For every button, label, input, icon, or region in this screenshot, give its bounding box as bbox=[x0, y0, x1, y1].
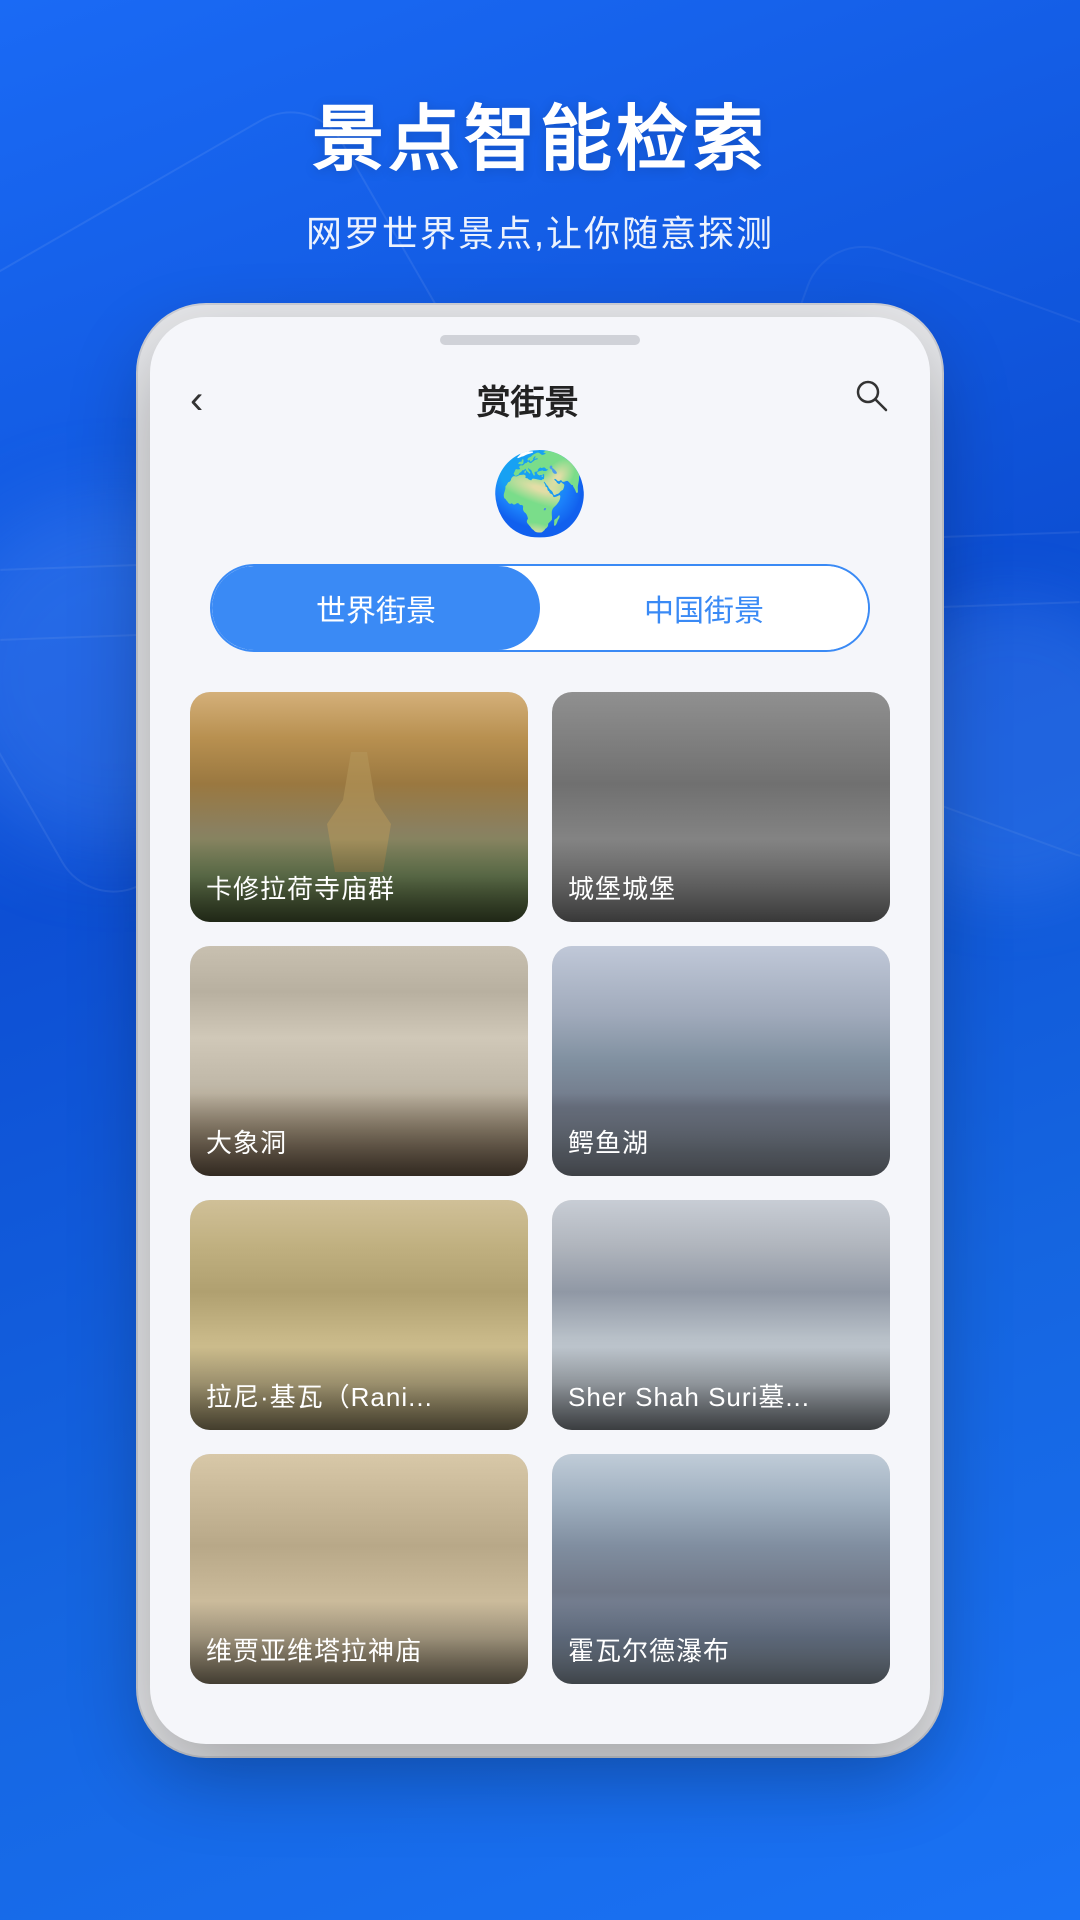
attractions-grid: 卡修拉荷寺庙群城堡城堡大象洞鳄鱼湖拉尼·基瓦（Rani... Sher Shah … bbox=[150, 692, 930, 1684]
card-label-1: 卡修拉荷寺庙群 bbox=[190, 839, 528, 922]
search-icon[interactable] bbox=[852, 376, 890, 424]
card-3[interactable]: 大象洞 bbox=[190, 946, 528, 1176]
main-title: 景点智能检索 bbox=[0, 80, 1080, 185]
globe-icon: 🌍 bbox=[490, 449, 590, 538]
tab-world[interactable]: 世界街景 bbox=[212, 566, 540, 650]
card-label-2: 城堡城堡 bbox=[552, 839, 890, 922]
globe-area: 🌍 bbox=[150, 444, 930, 564]
card-8[interactable]: 霍瓦尔德瀑布 bbox=[552, 1454, 890, 1684]
card-label-3: 大象洞 bbox=[190, 1093, 528, 1176]
nav-bar: ‹ 赏街景 bbox=[150, 345, 930, 444]
sub-title: 网罗世界景点,让你随意探测 bbox=[0, 205, 1080, 257]
card-4[interactable]: 鳄鱼湖 bbox=[552, 946, 890, 1176]
nav-title: 赏街景 bbox=[477, 375, 579, 424]
card-label-4: 鳄鱼湖 bbox=[552, 1093, 890, 1176]
card-2[interactable]: 城堡城堡 bbox=[552, 692, 890, 922]
header-area: 景点智能检索 网罗世界景点,让你随意探测 bbox=[0, 0, 1080, 257]
card-6[interactable]: Sher Shah Suri墓... bbox=[552, 1200, 890, 1430]
tab-switcher: 世界街景 中国街景 bbox=[210, 564, 870, 652]
card-label-6: Sher Shah Suri墓... bbox=[552, 1347, 890, 1430]
card-label-8: 霍瓦尔德瀑布 bbox=[552, 1601, 890, 1684]
card-label-7: 维贾亚维塔拉神庙 bbox=[190, 1601, 528, 1684]
card-1[interactable]: 卡修拉荷寺庙群 bbox=[190, 692, 528, 922]
phone-mockup: ‹ 赏街景 🌍 世界街景 中国街景 卡修拉荷寺庙群城堡城堡大象洞鳄鱼湖拉尼·基瓦… bbox=[150, 317, 930, 1744]
card-label-5: 拉尼·基瓦（Rani... bbox=[190, 1347, 528, 1430]
phone-content: ‹ 赏街景 🌍 世界街景 中国街景 卡修拉荷寺庙群城堡城堡大象洞鳄鱼湖拉尼·基瓦… bbox=[150, 345, 930, 1704]
back-button[interactable]: ‹ bbox=[190, 380, 203, 420]
card-7[interactable]: 维贾亚维塔拉神庙 bbox=[190, 1454, 528, 1684]
phone-notch bbox=[440, 335, 640, 345]
tab-china[interactable]: 中国街景 bbox=[540, 566, 868, 650]
card-5[interactable]: 拉尼·基瓦（Rani... bbox=[190, 1200, 528, 1430]
